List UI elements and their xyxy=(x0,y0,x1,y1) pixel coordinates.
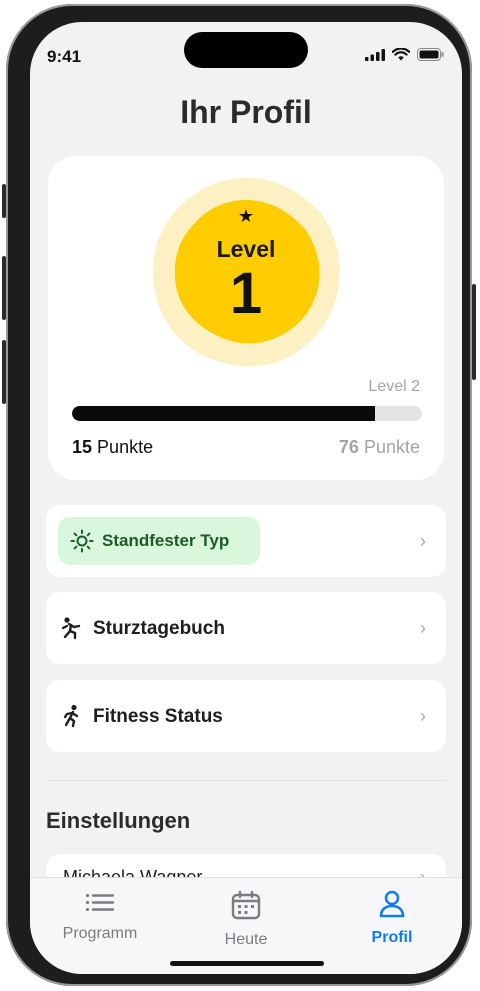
level-progress-bar xyxy=(72,406,422,421)
dynamic-island xyxy=(184,32,308,68)
chevron-right-icon: › xyxy=(420,618,426,638)
next-level-label: Level 2 xyxy=(368,378,420,395)
tab-bar: Programm Heute Profil xyxy=(30,877,462,974)
cellular-signal-icon xyxy=(365,48,385,61)
target-points-unit: Punkte xyxy=(363,437,420,457)
level-card: ★ Level 1 Level 2 15 Punkte 76 Punkte xyxy=(48,156,444,480)
current-points: 15 Punkte xyxy=(72,437,153,458)
row-sturztagebuch[interactable]: Sturztagebuch › xyxy=(46,592,446,664)
page-title: Ihr Profil xyxy=(180,94,312,130)
settings-heading: Einstellungen xyxy=(46,808,191,833)
row-label-standfester-typ: Standfester Typ xyxy=(102,531,230,550)
level-number: 1 xyxy=(229,261,263,326)
target-points: 76 Punkte xyxy=(339,437,420,458)
phone-frame: 9:41 Ihr Profil ★ Level 1 Level 2 15 Pun… xyxy=(2,4,476,986)
chevron-right-icon: › xyxy=(420,706,426,726)
list-icon xyxy=(86,894,115,911)
action-button xyxy=(2,184,6,218)
star-icon: ★ xyxy=(237,206,255,226)
row-standfester-typ[interactable]: Standfester Typ › xyxy=(46,505,446,577)
fall-person-icon xyxy=(61,617,81,640)
tab-profil[interactable]: Profil xyxy=(332,890,452,947)
level-badge: ★ Level 1 xyxy=(148,174,344,370)
volume-up-button xyxy=(2,256,6,320)
current-points-unit: Punkte xyxy=(97,437,154,457)
target-points-value: 76 xyxy=(338,437,359,457)
current-points-value: 15 xyxy=(72,437,93,457)
volume-down-button xyxy=(2,340,6,404)
running-person-icon xyxy=(63,704,79,728)
chevron-right-icon: › xyxy=(420,531,426,551)
row-label-fitness-status: Fitness Status xyxy=(93,706,223,727)
calendar-icon xyxy=(231,890,261,920)
wifi-icon xyxy=(392,48,410,61)
status-time: 9:41 xyxy=(47,47,82,66)
tab-label: Profil xyxy=(371,929,413,946)
level-progress-fill xyxy=(72,406,375,421)
person-icon xyxy=(379,890,405,918)
screen: 9:41 Ihr Profil ★ Level 1 Level 2 15 Pun… xyxy=(30,22,462,974)
row-fitness-status[interactable]: Fitness Status › xyxy=(46,680,446,752)
row-label-sturztagebuch: Sturztagebuch xyxy=(93,618,225,639)
power-button xyxy=(472,284,476,380)
tab-label: Programm xyxy=(62,925,138,942)
tab-programm[interactable]: Programm xyxy=(40,890,160,943)
home-indicator xyxy=(170,961,324,966)
tab-label: Heute xyxy=(224,931,268,948)
sun-icon xyxy=(70,529,94,553)
tab-heute[interactable]: Heute xyxy=(186,890,306,949)
battery-icon xyxy=(417,48,444,61)
status-icons xyxy=(365,48,444,61)
type-chip: Standfester Typ xyxy=(58,517,260,565)
badge-label: Level xyxy=(216,236,276,262)
section-divider xyxy=(46,780,446,781)
